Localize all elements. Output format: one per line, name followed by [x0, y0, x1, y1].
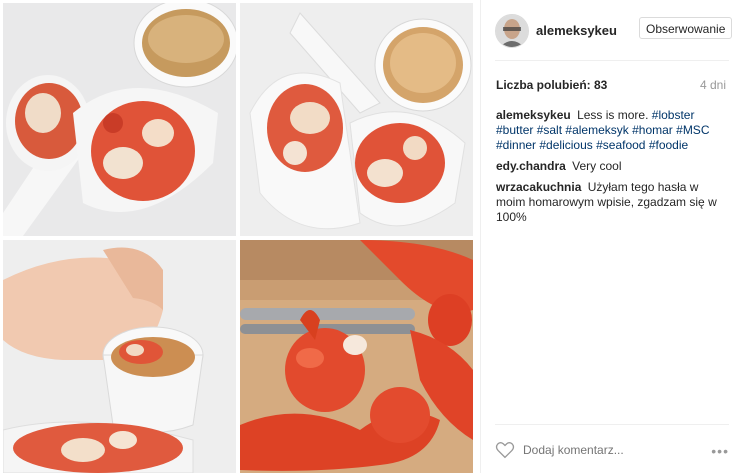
comment-item: edy.chandra Very cool [496, 159, 726, 174]
comment-footer: ••• [495, 437, 729, 463]
avatar[interactable] [495, 14, 529, 48]
post-header: alemeksykeu Obserwowanie [495, 14, 733, 48]
comment-username[interactable]: alemeksykeu [496, 108, 571, 122]
hashtag-link[interactable]: #alemeksyk [565, 123, 628, 137]
hashtag-link[interactable]: #butter [496, 123, 533, 137]
hashtag-link[interactable]: #delicious [539, 138, 592, 152]
post-details-panel: alemeksykeu Obserwowanie Liczba polubień… [480, 0, 742, 473]
comment-text: Very cool [572, 159, 622, 173]
post-time[interactable]: 4 dni [700, 78, 726, 92]
photo-cooked-lobster-cracker [240, 240, 473, 473]
hashtag-link[interactable]: #lobster [652, 108, 695, 122]
hashtag-link[interactable]: #homar [632, 123, 673, 137]
comment-text: Less is more. [577, 108, 649, 122]
post-photo-collage[interactable] [0, 0, 478, 473]
divider [495, 424, 729, 425]
comments-list: alemeksykeu Less is more. #lobster #butt… [496, 108, 726, 231]
comment-caption: alemeksykeu Less is more. #lobster #butt… [496, 108, 726, 153]
likes-row: Liczba polubień: 83 4 dni [496, 78, 726, 92]
photo-hand-dipping-lobster [3, 240, 236, 473]
divider [495, 60, 729, 61]
following-button[interactable]: Obserwowanie [639, 17, 733, 39]
heart-icon[interactable] [495, 441, 515, 459]
more-options-icon[interactable]: ••• [711, 443, 729, 459]
photo-lobster-spoons-soup [240, 3, 473, 236]
comment-username[interactable]: wrzacakuchnia [496, 180, 581, 194]
hashtag-link[interactable]: #foodie [649, 138, 688, 152]
hashtag-link[interactable]: #dinner [496, 138, 536, 152]
hashtag-link[interactable]: #MSC [676, 123, 709, 137]
comment-item: wrzacakuchnia Użyłam tego hasła w moim h… [496, 180, 726, 225]
author-username[interactable]: alemeksykeu [536, 23, 617, 38]
likes-count[interactable]: Liczba polubień: 83 [496, 78, 607, 92]
photo-lobster-spoons-platter [3, 3, 236, 236]
hashtag-link[interactable]: #salt [537, 123, 562, 137]
add-comment-input[interactable] [523, 443, 673, 457]
hashtag-link[interactable]: #seafood [596, 138, 645, 152]
comment-username[interactable]: edy.chandra [496, 159, 566, 173]
